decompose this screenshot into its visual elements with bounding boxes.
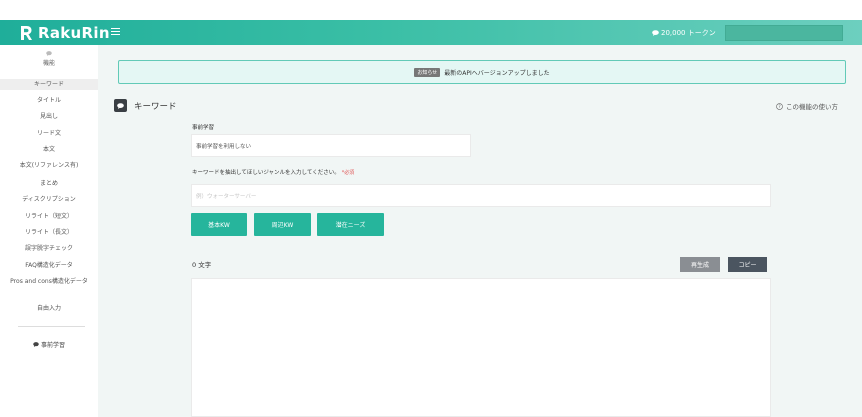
- sidebar-item-headings[interactable]: 見出し: [0, 111, 98, 122]
- genre-input[interactable]: 例）ウォーターサーバー: [191, 184, 771, 207]
- section-title-text: キーワード: [134, 101, 177, 112]
- copy-button[interactable]: コピー: [728, 257, 767, 272]
- sidebar-item-typo-check[interactable]: 誤字脱字チェック: [0, 243, 98, 254]
- sidebar: 機能 キーワード タイトル 見出し リード文 本文 本文(リファレンス有) まと…: [0, 45, 98, 417]
- account-menu[interactable]: [725, 25, 843, 41]
- section-icon: [114, 99, 127, 112]
- sidebar-heading-label: 機能: [42, 60, 55, 67]
- brand-name: RakuRin: [38, 23, 110, 42]
- token-count: 20,000 トークン: [661, 29, 716, 37]
- sidebar-item-body[interactable]: 本文: [0, 144, 98, 155]
- token-balance: 20,000 トークン: [652, 28, 716, 38]
- menu-toggle-icon[interactable]: [111, 28, 120, 35]
- notice-banner: お知らせ 最新のAPIへバージョンアップしました: [118, 60, 846, 84]
- help-link-text: この機能の使い方: [786, 103, 838, 111]
- output-textarea[interactable]: [191, 278, 771, 417]
- help-link[interactable]: ? この機能の使い方: [776, 101, 838, 111]
- sidebar-item-pretrain[interactable]: 事前学習: [0, 340, 98, 349]
- sidebar-item-body-reference[interactable]: 本文(リファレンス有): [0, 160, 98, 171]
- top-bar: RakuRin 20,000 トークン: [0, 20, 862, 45]
- sidebar-item-summary[interactable]: まとめ: [0, 178, 98, 189]
- section-title: キーワード: [114, 99, 177, 112]
- sidebar-item-rewrite-long[interactable]: リライト（長文）: [0, 227, 98, 238]
- sidebar-item-keyword[interactable]: キーワード: [0, 79, 98, 90]
- logo-icon: [21, 25, 32, 40]
- main-content: お知らせ 最新のAPIへバージョンアップしました キーワード ? この機能の使い…: [98, 45, 862, 417]
- basic-kw-button[interactable]: 基本KW: [191, 213, 247, 236]
- sidebar-divider: [18, 326, 85, 327]
- sidebar-item-pros-cons[interactable]: Pros and cons構造化データ: [0, 277, 98, 295]
- latent-needs-button[interactable]: 潜在ニーズ: [317, 213, 384, 236]
- sidebar-item-description[interactable]: ディスクリプション: [0, 194, 98, 205]
- related-kw-button[interactable]: 周辺KW: [254, 213, 311, 236]
- sidebar-item-title[interactable]: タイトル: [0, 95, 98, 106]
- genre-label: キーワードを抽出してほしいジャンルを入力してください。 *必須: [192, 168, 354, 176]
- genre-label-text: キーワードを抽出してほしいジャンルを入力してください。: [192, 170, 340, 176]
- pretrain-label: 事前学習: [192, 125, 215, 131]
- char-count: 0 文字: [192, 261, 212, 269]
- chat-bubble-icon: [652, 30, 659, 36]
- sidebar-item-faq-data[interactable]: FAQ構造化データ: [0, 260, 98, 271]
- notice-badge: お知らせ: [414, 67, 441, 77]
- chat-bubble-icon: [46, 51, 52, 56]
- sidebar-item-lead[interactable]: リード文: [0, 128, 98, 139]
- help-circle-icon: ?: [776, 102, 783, 110]
- regenerate-button[interactable]: 再生成: [680, 257, 720, 272]
- sidebar-heading: 機能: [0, 51, 98, 67]
- sidebar-item-free-input[interactable]: 自由入力: [0, 303, 98, 314]
- notice-text: 最新のAPIへバージョンアップしました: [444, 69, 550, 77]
- chat-bubble-icon: [33, 342, 39, 347]
- sidebar-item-rewrite-short[interactable]: リライト（短文）: [0, 211, 98, 222]
- brand-logo[interactable]: RakuRin: [20, 23, 110, 42]
- required-mark: *必須: [341, 170, 355, 176]
- sidebar-item-pretrain-label: 事前学習: [40, 342, 65, 349]
- pretrain-select[interactable]: 事前学習を利用しない: [191, 134, 471, 157]
